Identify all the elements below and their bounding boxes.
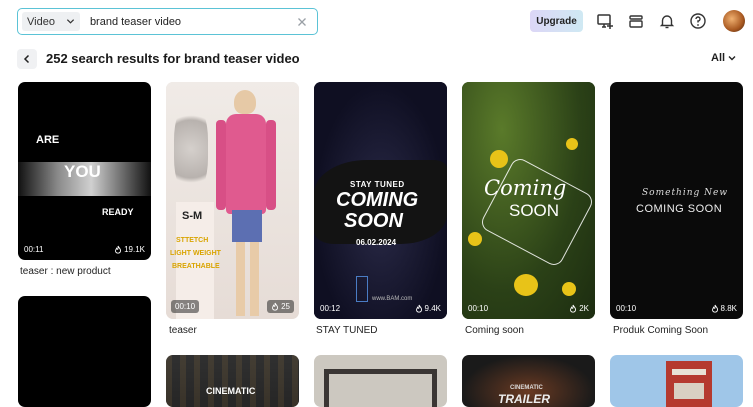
flame-icon <box>711 304 718 313</box>
add-to-screen-icon[interactable] <box>596 12 614 30</box>
video-likes: 2K <box>569 304 589 313</box>
flame-icon <box>115 245 122 254</box>
video-card[interactable]: ARE YOU READY 00:11 19.1K <box>18 82 151 260</box>
thumb-text: Something New <box>642 188 729 198</box>
bell-icon[interactable] <box>658 12 676 30</box>
video-card[interactable] <box>610 355 743 407</box>
video-duration: 00:10 <box>171 300 200 313</box>
video-likes: 9.4K <box>415 304 441 313</box>
video-title[interactable]: teaser : new product <box>20 266 111 277</box>
layers-icon[interactable] <box>627 12 645 30</box>
flame-icon <box>272 302 279 311</box>
search-bar[interactable]: Video brand teaser video <box>17 8 318 35</box>
thumb-text: STAY TUNED <box>350 180 405 189</box>
thumb-text: SOON <box>344 210 403 232</box>
search-results-page: Video brand teaser video Upgrade 252 sea… <box>0 0 753 407</box>
video-card[interactable]: CINEMATIC <box>166 355 299 407</box>
thumb-text: 06.02.2024 <box>356 238 397 247</box>
video-card[interactable]: Coming SOON 00:10 2K <box>462 82 595 319</box>
video-card[interactable] <box>18 296 151 407</box>
back-icon <box>23 54 30 64</box>
thumb-text: STTETCH <box>176 237 209 244</box>
video-title[interactable]: STAY TUNED <box>316 325 378 336</box>
video-title[interactable]: Produk Coming Soon <box>613 325 708 336</box>
clear-icon[interactable] <box>295 15 309 29</box>
video-card[interactable]: Something New COMING SOON 00:10 8.8K <box>610 82 743 319</box>
video-duration: 00:10 <box>468 304 489 313</box>
thumb-text: TRAILER <box>498 392 550 406</box>
thumb-text: CINEMATIC <box>510 385 543 391</box>
thumb-text: www.BAM.com <box>372 296 413 302</box>
thumb-text: LIGHT WEIGHT <box>170 250 221 257</box>
help-icon[interactable] <box>689 12 707 30</box>
video-card[interactable]: STAY TUNED COMING SOON 06.02.2024 www.BA… <box>314 82 447 319</box>
video-duration: 00:12 <box>320 304 341 313</box>
video-title[interactable]: teaser <box>169 325 197 336</box>
filter-label: All <box>711 52 726 64</box>
thumb-text: ARE <box>36 134 60 146</box>
search-input[interactable]: brand teaser video <box>90 16 295 28</box>
thumb-text: COMING <box>336 189 419 211</box>
flame-icon <box>415 304 422 313</box>
thumb-text: Coming <box>484 176 567 200</box>
video-card[interactable] <box>314 355 447 407</box>
video-card[interactable]: CINEMATIC TRAILER <box>462 355 595 407</box>
flame-icon <box>570 304 577 313</box>
video-likes: 8.8K <box>711 304 737 313</box>
jacket <box>226 114 266 214</box>
video-title[interactable]: Coming soon <box>465 325 524 336</box>
video-duration: 00:11 <box>24 245 44 254</box>
results-title: 252 search results for brand teaser vide… <box>46 51 300 66</box>
upgrade-button[interactable]: Upgrade <box>530 10 583 32</box>
video-likes: 19.1K <box>114 245 145 254</box>
thumb-text: COMING SOON <box>636 203 723 215</box>
filter-dropdown[interactable]: All <box>711 52 736 64</box>
media-type-select[interactable]: Video <box>22 12 80 31</box>
video-duration: 00:10 <box>616 304 637 313</box>
thumb-text: BREATHABLE <box>172 263 220 270</box>
back-button[interactable] <box>17 49 37 69</box>
user-avatar[interactable] <box>723 10 745 32</box>
thumb-text: S-M <box>182 210 203 222</box>
thumb-text: CINEMATIC <box>206 386 256 396</box>
chevron-down-icon <box>66 19 75 24</box>
video-likes: 25 <box>267 300 294 313</box>
thumb-text: YOU <box>64 162 101 181</box>
video-card[interactable]: S-M STTETCH LIGHT WEIGHT BREATHABLE 00:1… <box>166 82 299 319</box>
thumb-text: READY <box>102 207 134 217</box>
thumb-text: SOON <box>509 201 560 220</box>
chevron-down-icon <box>728 56 736 61</box>
media-type-label: Video <box>27 15 55 28</box>
